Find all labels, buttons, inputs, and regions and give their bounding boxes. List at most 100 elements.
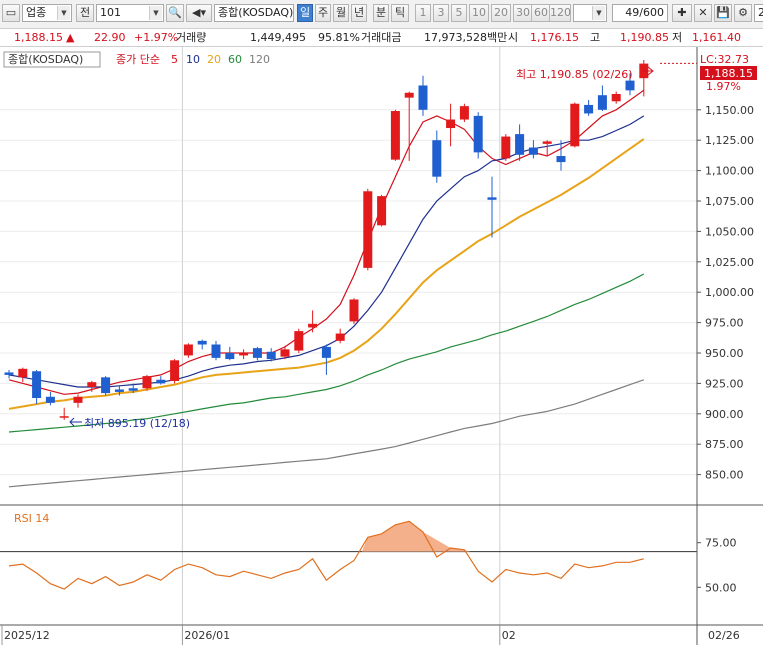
interval-10[interactable]: 10 [469, 4, 489, 22]
y-tick-label: 1,075.00 [705, 195, 754, 208]
y-tick-label: 925.00 [705, 377, 744, 390]
lc-label: LC:32.73 [700, 53, 749, 66]
candle-body [45, 396, 55, 403]
candle-body [597, 95, 607, 110]
candle-body [183, 344, 193, 356]
chevron-down-icon: ▼ [149, 6, 162, 20]
right-box: 20 [754, 4, 763, 22]
period-month[interactable]: 월 [333, 4, 349, 22]
y-tick-label: 1,150.00 [705, 104, 754, 117]
candle-body [73, 396, 83, 403]
interval-30[interactable]: 30 [513, 4, 533, 22]
count-field[interactable]: 49/600 [612, 4, 668, 22]
code-input[interactable]: 101 ▼ [96, 4, 164, 22]
max-annotation: 최고 1,190.85 (02/26) [516, 68, 633, 81]
period-year[interactable]: 년 [351, 4, 367, 22]
quote-bar: 1,188.15 ▲ 22.90 +1.97% 거래량 1,449,495 95… [0, 29, 763, 47]
candle-body [142, 376, 152, 389]
legend-ma120: 120 [249, 53, 270, 66]
legend-ma60: 60 [228, 53, 242, 66]
candle-body [377, 196, 387, 226]
candle-body [446, 119, 456, 129]
candle-body [390, 111, 400, 160]
period-tick[interactable]: 틱 [391, 4, 409, 22]
x-tick-label: 02/26 [708, 629, 740, 642]
y-tick-label: 975.00 [705, 317, 744, 330]
toolbar: ▭ 업종 ▼ 전 101 ▼ 🔍 ◀▾ 종합(KOSDAQ) 일 주 월 년 분… [0, 0, 763, 29]
period-day[interactable]: 일 [297, 4, 313, 22]
candle-body [363, 191, 373, 268]
interval-20[interactable]: 20 [491, 4, 511, 22]
candle-body [266, 351, 276, 360]
candle-body [294, 331, 304, 351]
candle-body [542, 141, 552, 144]
y-tick-label: 850.00 [705, 469, 744, 482]
candle-body [225, 353, 235, 360]
candle-body [625, 80, 635, 91]
y-tick-label: 950.00 [705, 347, 744, 360]
legend-ma10: 10 [186, 53, 200, 66]
low-label: 저 [672, 31, 683, 44]
candle-body [128, 388, 138, 391]
candle-body [515, 134, 525, 155]
interval-60[interactable]: 60 [531, 4, 551, 22]
volume-label: 거래량 [176, 31, 207, 44]
price-chart[interactable]: 1,150.00 1,125.00 1,100.00 1,075.00 1,050.00… [0, 47, 763, 645]
candle-body [114, 389, 124, 392]
rsi-label: RSI 14 [14, 512, 49, 525]
candle-body [32, 371, 42, 398]
legend-ma5: 5 [171, 53, 178, 66]
low-value: 1,161.40 [692, 31, 741, 44]
gear-icon[interactable]: ⚙ [734, 4, 752, 22]
volume-percent: 95.81% [318, 31, 360, 44]
current-price: 1,188.15 [14, 31, 63, 44]
save-icon[interactable]: 💾 [714, 4, 732, 22]
jeon-button[interactable]: 전 [76, 4, 94, 22]
candle-body [611, 93, 621, 102]
x-tick-label: 2025/12 [4, 629, 50, 642]
interval-5[interactable]: 5 [451, 4, 467, 22]
x-tick-label: 2026/01 [184, 629, 230, 642]
candle-body [156, 379, 166, 384]
up-arrow-icon: ▲ [66, 31, 75, 44]
candle-body [349, 299, 359, 322]
change-percent: +1.97% [134, 31, 179, 44]
candle-body [18, 368, 28, 378]
x-tick-label: 02 [502, 629, 516, 642]
legend-ma-label: 종가 단순 [116, 53, 160, 66]
candle-body [487, 197, 497, 200]
chart-settings-icon[interactable]: ✚ [672, 4, 692, 22]
y-tick-label: 1,100.00 [705, 165, 754, 178]
market-label: 업종 [26, 6, 47, 19]
y-tick-label: 1,125.00 [705, 134, 754, 147]
candle-body [321, 346, 331, 358]
candle-body [170, 360, 180, 381]
y-tick-label: 1,025.00 [705, 256, 754, 269]
candle-body [501, 136, 511, 159]
candle-body [432, 140, 442, 177]
high-label: 고 [590, 31, 601, 44]
high-value: 1,190.85 [620, 31, 669, 44]
market-select[interactable]: 업종 ▼ [22, 4, 72, 22]
period-week[interactable]: 주 [315, 4, 331, 22]
amount-value: 17,973,528백만 [424, 31, 508, 44]
candle-body [418, 85, 428, 110]
interval-1[interactable]: 1 [415, 4, 431, 22]
candle-body [404, 92, 414, 98]
window-icon[interactable]: ▭ [2, 4, 20, 22]
interval-3[interactable]: 3 [433, 4, 449, 22]
search-icon[interactable]: 🔍 [166, 4, 184, 22]
sound-icon[interactable]: ◀▾ [186, 4, 212, 22]
candle-body [59, 416, 69, 418]
candle-body [211, 344, 221, 358]
candle-body [584, 104, 594, 114]
code-value: 101 [100, 6, 121, 19]
candle-body [556, 156, 566, 163]
interval-120[interactable]: 120 [549, 4, 571, 22]
draw-tool-icon[interactable]: ✕ [694, 4, 712, 22]
candle-body [335, 333, 345, 341]
custom-interval-select[interactable]: ▼ [573, 4, 607, 22]
period-minute[interactable]: 분 [373, 4, 389, 22]
candle-body [101, 377, 111, 394]
rsi-tick-label: 75.00 [705, 537, 737, 550]
